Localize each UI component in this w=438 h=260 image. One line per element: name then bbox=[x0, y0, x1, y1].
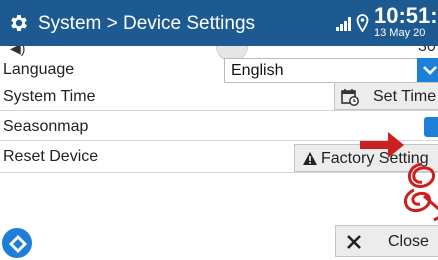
language-select[interactable]: English bbox=[224, 58, 438, 83]
close-label: Close bbox=[388, 233, 429, 250]
reset-device-label: Reset Device bbox=[3, 148, 99, 165]
chevron-down-icon bbox=[423, 66, 437, 75]
page-title: System > Device Settings bbox=[38, 13, 256, 34]
set-time-button[interactable]: Set Time bbox=[334, 82, 438, 110]
signal-icon bbox=[336, 17, 351, 31]
system-time-label: System Time bbox=[3, 88, 96, 105]
seasonmap-label: Seasonmap bbox=[3, 118, 89, 135]
language-value: English bbox=[231, 62, 284, 79]
warning-icon bbox=[303, 152, 317, 165]
annotation-arrow bbox=[360, 132, 404, 158]
clock-date: 13 May 20 bbox=[374, 27, 426, 39]
language-label: Language bbox=[3, 61, 75, 78]
location-pin-icon bbox=[356, 14, 369, 32]
home-button[interactable] bbox=[0, 226, 34, 260]
calendar-clock-icon bbox=[341, 89, 359, 106]
clock-time: 10:51:3 bbox=[374, 3, 438, 28]
close-button[interactable]: Close bbox=[335, 225, 438, 257]
close-icon bbox=[347, 235, 361, 249]
setting-row-language: Language English bbox=[0, 48, 438, 83]
gear-icon bbox=[11, 15, 27, 31]
diamond-icon bbox=[9, 235, 27, 253]
set-time-label: Set Time bbox=[373, 88, 437, 105]
seasonmap-checkbox[interactable] bbox=[424, 117, 438, 137]
dropdown-arrow[interactable] bbox=[417, 58, 438, 83]
title-bar: System > Device Settings 10:51:3 13 May … bbox=[0, 0, 438, 46]
annotation-scribble bbox=[404, 162, 438, 222]
setting-row-system-time: System Time Set Time bbox=[0, 82, 438, 111]
